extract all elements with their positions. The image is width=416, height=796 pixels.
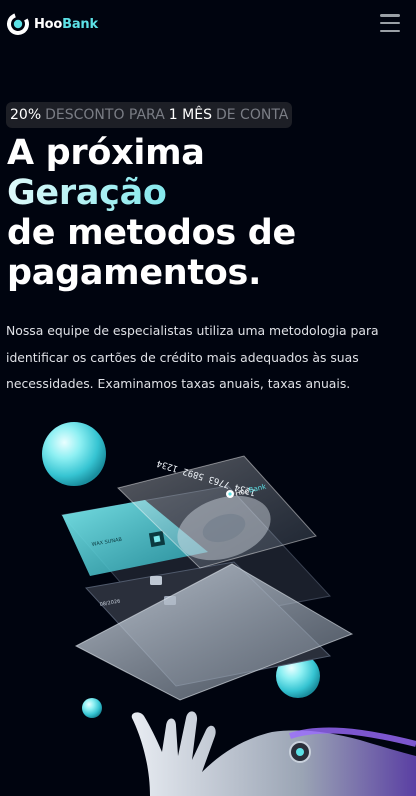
decor-orb-small xyxy=(82,698,102,718)
logo-wordmark: HooBank xyxy=(34,16,98,32)
hero-title-line-4: pagamentos. xyxy=(7,253,262,293)
hero-description: Nossa equipe de especialistas utiliza um… xyxy=(6,323,379,391)
decor-orb-large xyxy=(42,422,106,486)
hero-title-line-3: de metodos de xyxy=(7,213,296,253)
hoobank-logo-icon xyxy=(7,13,29,35)
promo-text-account: DE CONTA xyxy=(215,107,289,123)
hero-title-highlight: Geração xyxy=(7,173,296,213)
promo-percent: 20% xyxy=(10,107,42,123)
hero-illustration: WAX SUNAB 08/2026 1234 7763 5892 1234 Ho… xyxy=(42,422,416,796)
hoobank-logo[interactable]: HooBank xyxy=(6,12,98,36)
promo-text-discount: DESCONTO PARA xyxy=(45,107,165,123)
hero-title: A próxima Geração de metodos de pagament… xyxy=(7,133,296,293)
hero-title-line-1: A próxima xyxy=(7,133,205,173)
promo-highlight: 1 MÊS xyxy=(168,107,212,123)
hamburger-menu-icon[interactable] xyxy=(380,14,400,32)
navbar: HooBank xyxy=(0,0,416,50)
robot-hand xyxy=(131,711,416,796)
promo-badge: 20% DESCONTO PARA 1 MÊS DE CONTA xyxy=(6,102,293,128)
